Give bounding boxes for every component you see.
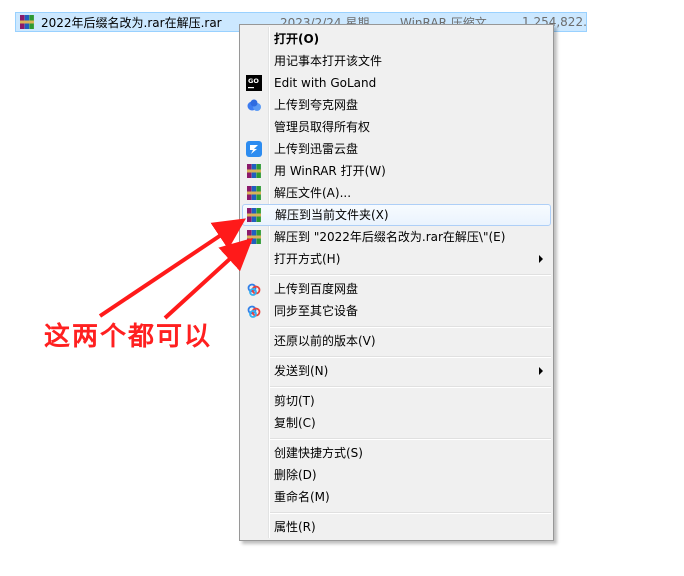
annotation-arrows (98, 218, 253, 320)
annotation-text: 这两个都可以 (44, 322, 213, 352)
annotation-arrow-extract-to-folder (163, 237, 253, 320)
